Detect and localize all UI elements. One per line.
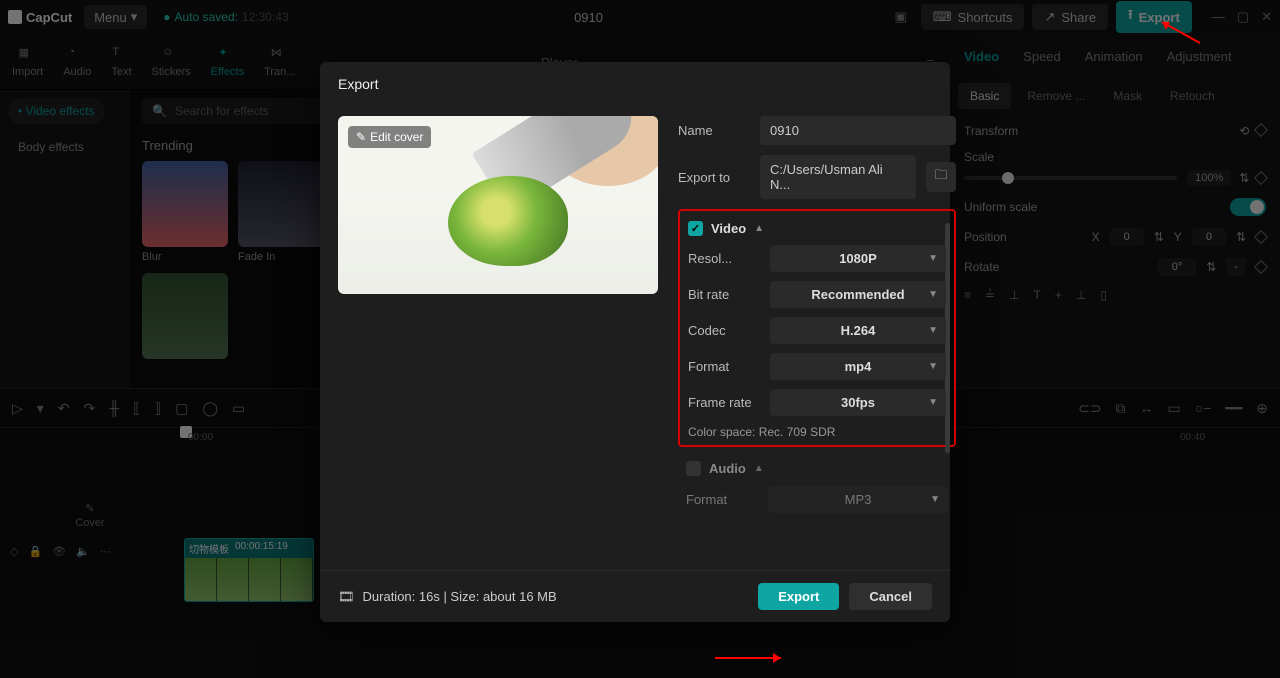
resolution-select[interactable]: 1080P▼ bbox=[770, 245, 946, 272]
framerate-select[interactable]: 30fps▼ bbox=[770, 389, 946, 416]
video-section-label: Video bbox=[711, 221, 746, 236]
format-select[interactable]: mp4▼ bbox=[770, 353, 946, 380]
colorspace-text: Color space: Rec. 709 SDR bbox=[688, 425, 946, 439]
export-confirm-button[interactable]: Export bbox=[758, 583, 839, 610]
chevron-down-icon: ▼ bbox=[928, 361, 938, 372]
chevron-down-icon: ▼ bbox=[930, 494, 940, 505]
bitrate-select[interactable]: Recommended▼ bbox=[770, 281, 946, 308]
browse-folder-button[interactable]: 🗀 bbox=[926, 162, 956, 192]
codec-select[interactable]: H.264▼ bbox=[770, 317, 946, 344]
chevron-down-icon: ▼ bbox=[928, 397, 938, 408]
chevron-down-icon: ▼ bbox=[928, 325, 938, 336]
chevron-up-icon[interactable]: ▲ bbox=[754, 463, 764, 474]
video-settings-box: ✓ Video ▲ Resol... 1080P▼ Bit rate Recom… bbox=[678, 209, 956, 447]
export-path: C:/Users/Usman Ali N... bbox=[760, 155, 916, 199]
edit-cover-button[interactable]: ✎ Edit cover bbox=[348, 126, 431, 148]
cover-preview: ✎ Edit cover bbox=[338, 116, 658, 294]
chevron-down-icon: ▼ bbox=[928, 253, 938, 264]
name-label: Name bbox=[678, 123, 750, 138]
chevron-down-icon: ▼ bbox=[928, 289, 938, 300]
footer-info: Duration: 16s | Size: about 16 MB bbox=[363, 589, 557, 604]
export-dialog: Export ✎ Edit cover Name Export to C:/Us… bbox=[320, 62, 950, 622]
cancel-button[interactable]: Cancel bbox=[849, 583, 932, 610]
dialog-title: Export bbox=[320, 62, 950, 106]
name-input[interactable] bbox=[760, 116, 956, 145]
film-icon: 🎞 bbox=[338, 589, 355, 605]
folder-icon: 🗀 bbox=[934, 166, 947, 188]
audio-checkbox[interactable] bbox=[686, 461, 701, 476]
pencil-icon: ✎ bbox=[356, 130, 366, 144]
video-checkbox[interactable]: ✓ bbox=[688, 221, 703, 236]
exportto-label: Export to bbox=[678, 170, 750, 185]
audio-format-select: MP3▼ bbox=[768, 486, 948, 513]
chevron-up-icon[interactable]: ▲ bbox=[754, 223, 764, 234]
audio-section-label: Audio bbox=[709, 461, 746, 476]
